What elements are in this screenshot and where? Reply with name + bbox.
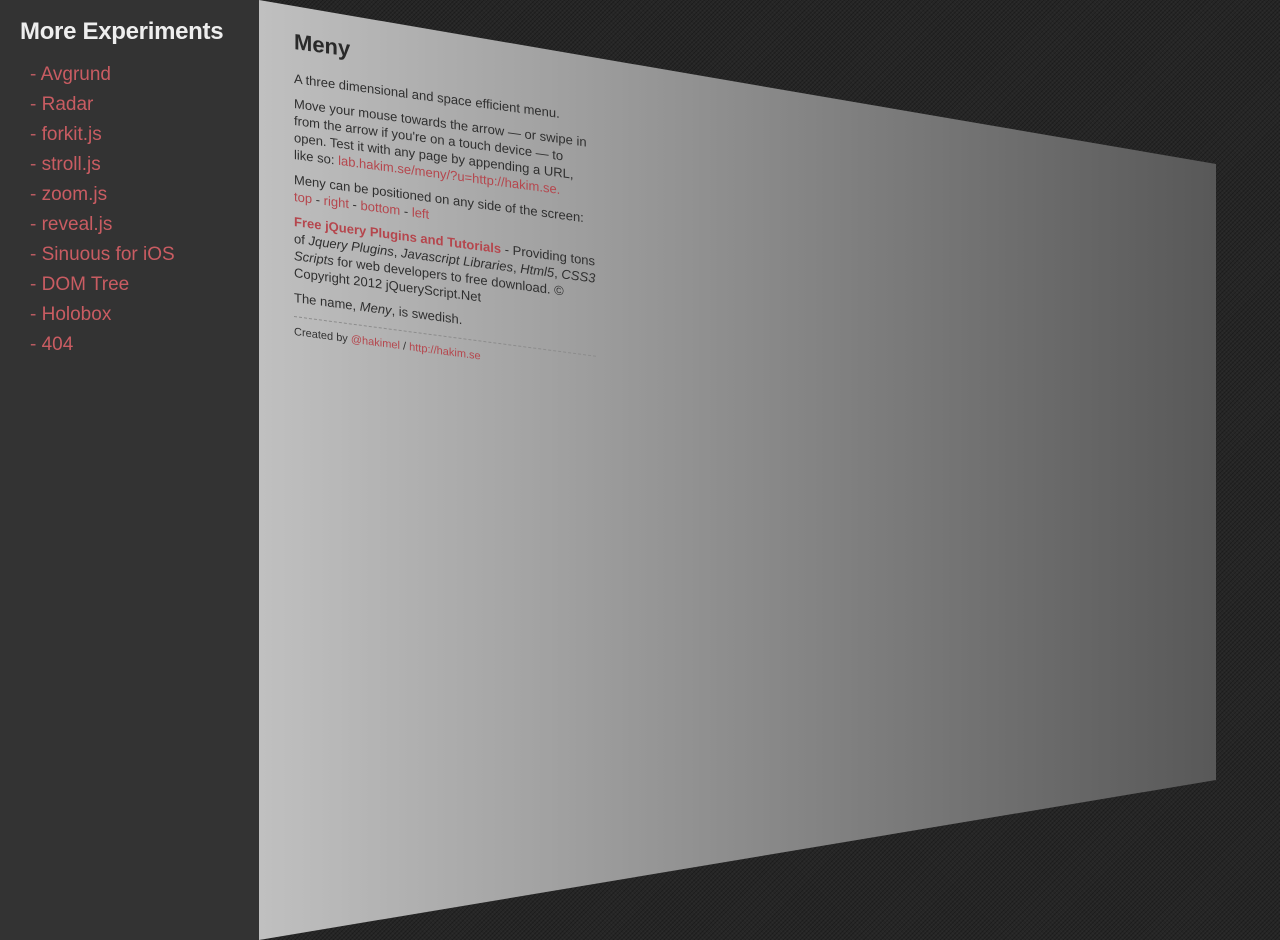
menu-item-404: - 404	[30, 330, 175, 360]
menu-link-404[interactable]: 404	[42, 334, 74, 355]
menu-dash: -	[30, 94, 37, 115]
menu-dash: -	[30, 184, 37, 205]
menu-link-dom-tree[interactable]: DOM Tree	[42, 274, 130, 295]
menu-dash: -	[30, 124, 37, 145]
position-link-left[interactable]: left	[412, 205, 429, 222]
menu-dash: -	[30, 334, 37, 355]
menu-item-radar: - Radar	[30, 90, 175, 120]
twitter-link[interactable]: @hakimel	[351, 333, 400, 351]
promo-comma: ,	[393, 244, 401, 261]
position-separator: -	[312, 191, 324, 208]
position-link-bottom[interactable]: bottom	[361, 198, 401, 218]
menu-dash: -	[30, 304, 37, 325]
menu-list: - Avgrund - Radar - forkit.js - stroll.j…	[30, 60, 175, 360]
page-panel[interactable]: Meny A three dimensional and space effic…	[259, 0, 1216, 940]
menu-link-sinuous[interactable]: Sinuous for iOS	[42, 244, 175, 265]
footer-prefix: Created by	[294, 326, 351, 346]
website-link[interactable]: http://hakim.se	[409, 341, 481, 362]
footer-divider: /	[399, 339, 410, 354]
promo-italic: Html5	[520, 260, 555, 281]
menu-link-zoom[interactable]: zoom.js	[42, 184, 107, 205]
menu-item-reveal: - reveal.js	[30, 210, 175, 240]
menu-dash: -	[30, 214, 37, 235]
position-link-top[interactable]: top	[294, 189, 312, 206]
menu-link-reveal[interactable]: reveal.js	[42, 214, 113, 235]
name-note-text: , is swedish.	[391, 302, 463, 328]
menu-item-zoom: - zoom.js	[30, 180, 175, 210]
menu-item-avgrund: - Avgrund	[30, 60, 175, 90]
menu-item-stroll: - stroll.js	[30, 150, 175, 180]
sidebar-title: More Experiments	[20, 18, 224, 45]
menu-dash: -	[30, 244, 37, 265]
page-content: Meny A three dimensional and space effic…	[294, 28, 596, 379]
menu-link-radar[interactable]: Radar	[42, 94, 94, 115]
menu-dash: -	[30, 64, 37, 85]
position-link-right[interactable]: right	[324, 193, 349, 211]
menu-dash: -	[30, 274, 37, 295]
name-note-text: The name,	[294, 290, 360, 314]
page-stage: Meny A three dimensional and space effic…	[259, 0, 1280, 940]
name-note-italic: Meny	[359, 298, 392, 318]
menu-link-holobox[interactable]: Holobox	[42, 304, 112, 325]
menu-item-forkit: - forkit.js	[30, 120, 175, 150]
menu-item-holobox: - Holobox	[30, 300, 175, 330]
menu-item-sinuous: - Sinuous for iOS	[30, 240, 175, 270]
menu-sidebar: More Experiments - Avgrund - Radar - for…	[0, 0, 259, 940]
position-separator: -	[348, 196, 361, 213]
menu-dash: -	[30, 154, 37, 175]
menu-link-forkit[interactable]: forkit.js	[42, 124, 102, 145]
position-separator: -	[400, 202, 412, 220]
menu-item-dom-tree: - DOM Tree	[30, 270, 175, 300]
menu-link-stroll[interactable]: stroll.js	[42, 154, 101, 175]
menu-link-avgrund[interactable]: Avgrund	[41, 64, 111, 85]
